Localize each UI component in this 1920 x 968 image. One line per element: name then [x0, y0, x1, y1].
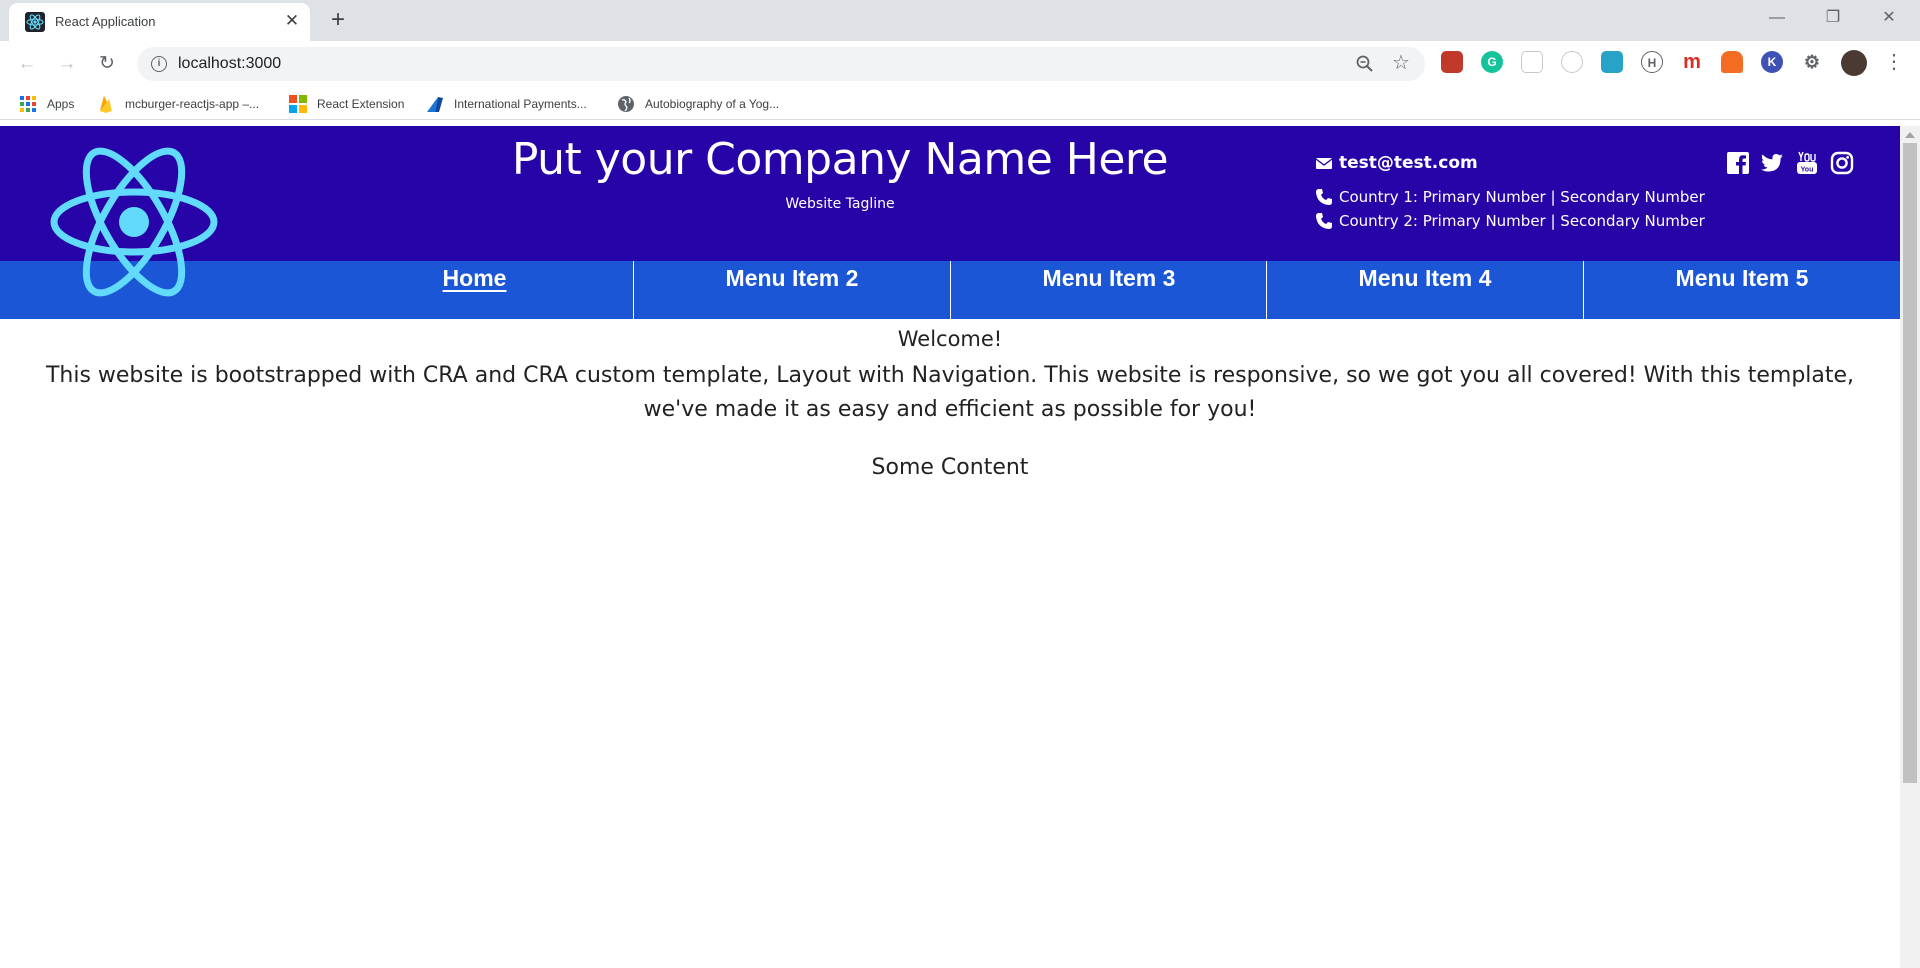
extension-timer-icon[interactable]	[1561, 51, 1583, 73]
extension-m-icon[interactable]: m	[1681, 51, 1703, 73]
extension-cloud-icon[interactable]	[1601, 51, 1623, 73]
scrollbar-thumb[interactable]	[1903, 143, 1917, 783]
new-tab-button[interactable]: +	[324, 6, 352, 34]
intro-paragraph: This website is bootstrapped with CRA an…	[45, 363, 1855, 422]
nav-menu-item-2[interactable]: Menu Item 2	[633, 261, 950, 319]
bookmarks-bar: Apps mcburger-reactjs-app –... React Ext…	[0, 87, 1920, 120]
microsoft-icon	[289, 95, 307, 113]
site-info-icon[interactable]: i	[151, 56, 167, 72]
nav-label: Menu Item 2	[725, 265, 859, 291]
bookmark-international-payments[interactable]: International Payments...	[426, 94, 587, 114]
contact-email[interactable]: test@test.com	[1315, 152, 1705, 174]
react-favicon-icon	[25, 12, 45, 32]
url-text[interactable]: localhost:3000	[178, 55, 281, 73]
bookmark-mcburger[interactable]: mcburger-reactjs-app –...	[97, 94, 259, 114]
payments-icon	[427, 97, 443, 112]
youtube-icon[interactable]: You	[1795, 151, 1819, 175]
extension-h-icon[interactable]: H	[1641, 51, 1663, 73]
extensions-puzzle-icon[interactable]: ⚙	[1801, 51, 1823, 73]
phone-text: Country 2: Primary Number | Secondary Nu…	[1339, 212, 1705, 230]
page-scrollbar[interactable]	[1900, 126, 1920, 968]
nav-menu-item-5[interactable]: Menu Item 5	[1583, 261, 1900, 319]
welcome-heading: Welcome!	[897, 327, 1003, 351]
globe-icon	[618, 96, 634, 112]
twitter-icon[interactable]	[1760, 151, 1784, 175]
some-content-text: Some Content	[871, 455, 1029, 480]
bookmark-label: mcburger-reactjs-app –...	[125, 97, 260, 111]
forward-button[interactable]: →	[52, 49, 82, 79]
nav-menu-item-3[interactable]: Menu Item 3	[950, 261, 1267, 319]
scroll-up-arrow-icon[interactable]	[1905, 132, 1915, 138]
bookmark-autobiography[interactable]: Autobiography of a Yog...	[617, 94, 779, 114]
nav-label: Home	[442, 265, 507, 291]
extension-k-icon[interactable]: K	[1761, 51, 1783, 73]
bookmark-label: React Extension	[317, 97, 405, 111]
bookmark-react-extension[interactable]: React Extension	[289, 94, 404, 114]
nav-home[interactable]: Home	[316, 261, 633, 319]
zoom-icon[interactable]	[1355, 54, 1375, 74]
instagram-icon[interactable]	[1830, 151, 1854, 175]
email-text: test@test.com	[1339, 153, 1478, 173]
bookmark-apps[interactable]: Apps	[19, 94, 74, 114]
contact-phone-2: Country 2: Primary Number | Secondary Nu…	[1315, 210, 1705, 232]
browser-tab[interactable]: React Application ✕	[9, 3, 310, 41]
react-logo-icon[interactable]	[48, 146, 220, 298]
firebase-icon	[100, 96, 112, 113]
extension-red-icon[interactable]	[1441, 51, 1463, 73]
website-tagline: Website Tagline	[785, 196, 895, 212]
company-name: Put your Company Name Here	[511, 134, 1169, 185]
bookmark-label: Apps	[47, 97, 75, 111]
tab-title: React Application	[55, 14, 156, 29]
phone-text: Country 1: Primary Number | Secondary Nu…	[1339, 188, 1705, 206]
address-bar[interactable]: i localhost:3000 ☆	[137, 47, 1425, 81]
bookmark-star-icon[interactable]: ☆	[1392, 52, 1414, 74]
site-header: Put your Company Name Here Website Tagli…	[0, 126, 1900, 261]
facebook-icon[interactable]	[1726, 151, 1750, 175]
phone-icon	[1316, 189, 1332, 205]
close-tab-icon[interactable]: ✕	[282, 11, 302, 31]
bookmark-label: Autobiography of a Yog...	[645, 97, 780, 111]
extension-lighthouse-icon[interactable]	[1721, 51, 1743, 73]
grammarly-icon[interactable]: G	[1481, 51, 1503, 73]
back-button[interactable]: ←	[12, 49, 42, 79]
svg-text:You: You	[1801, 167, 1814, 174]
apps-grid-icon	[20, 96, 36, 112]
main-content: Welcome! This website is bootstrapped wi…	[0, 319, 1900, 480]
extension-box-icon[interactable]	[1521, 51, 1543, 73]
bookmark-label: International Payments...	[454, 97, 587, 111]
browser-toolbar: ← → ↻ i localhost:3000 ☆ G H m K ⚙ ⋮	[0, 41, 1920, 87]
main-navigation: Home Menu Item 2 Menu Item 3 Menu Item 4…	[0, 261, 1900, 319]
minimize-button[interactable]: —	[1754, 4, 1800, 32]
reload-button[interactable]: ↻	[92, 49, 122, 79]
page-viewport: Put your Company Name Here Website Tagli…	[0, 126, 1900, 968]
profile-avatar[interactable]	[1841, 50, 1867, 76]
nav-label: Menu Item 3	[1042, 265, 1176, 291]
phone-icon	[1316, 213, 1332, 229]
browser-menu-icon[interactable]: ⋮	[1884, 49, 1904, 75]
envelope-icon	[1315, 158, 1333, 169]
nav-menu-item-4[interactable]: Menu Item 4	[1266, 261, 1583, 319]
tab-strip: React Application ✕ + — ❐ ✕	[0, 0, 1920, 41]
nav-label: Menu Item 5	[1675, 265, 1809, 291]
restore-button[interactable]: ❐	[1810, 4, 1856, 32]
close-window-button[interactable]: ✕	[1866, 4, 1912, 32]
contact-phone-1: Country 1: Primary Number | Secondary Nu…	[1315, 186, 1705, 208]
nav-label: Menu Item 4	[1358, 265, 1492, 291]
contact-info: test@test.com Country 1: Primary Number …	[1315, 152, 1705, 232]
